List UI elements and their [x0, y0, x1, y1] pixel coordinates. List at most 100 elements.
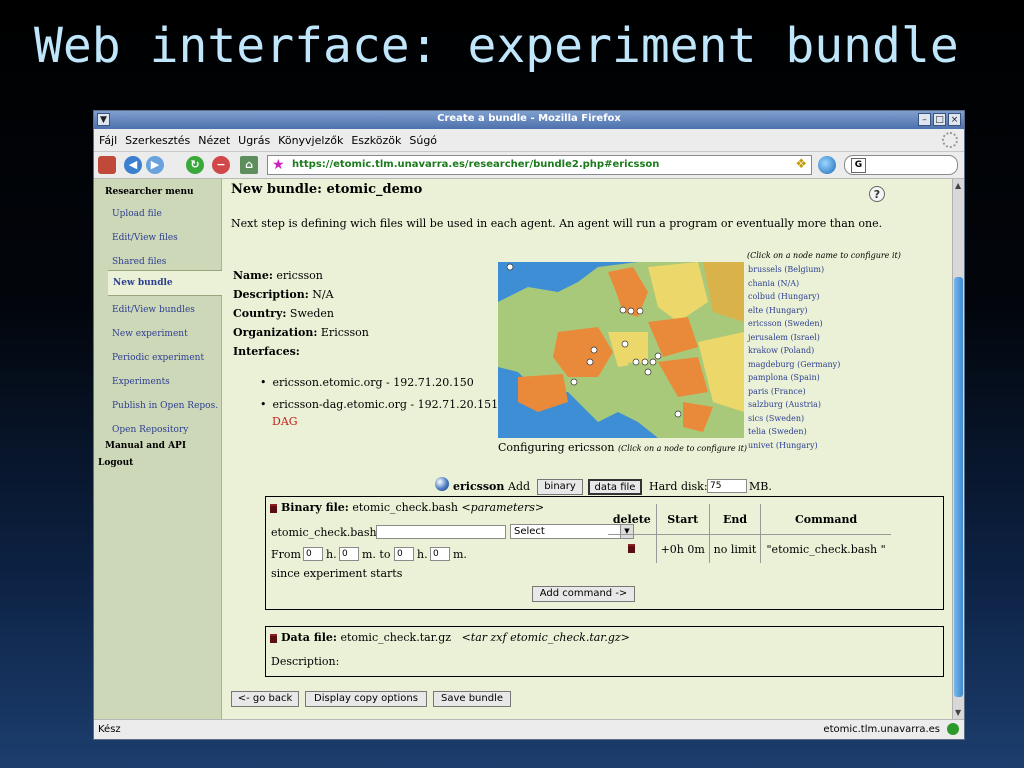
- node-link-pamplona[interactable]: pamplona (Spain): [748, 373, 820, 382]
- sidebar-item-experiments[interactable]: Experiments: [112, 377, 170, 387]
- security-icon: [947, 723, 959, 735]
- menubar: Fájl Szerkesztés Nézet Ugrás Könyvjelzők Eszk…: [94, 129, 964, 152]
- reload-icon[interactable]: ↻: [186, 156, 204, 174]
- sidebar-item-publish[interactable]: Publish in Open Repos.: [112, 401, 218, 411]
- minutes-to-label: m. to: [362, 548, 391, 561]
- menu-edit[interactable]: Szerkesztés: [121, 131, 194, 150]
- add-command-button[interactable]: Add command ->: [532, 586, 635, 602]
- close-icon[interactable]: ×: [948, 113, 961, 126]
- from-hours-input[interactable]: 0: [303, 547, 323, 561]
- node-link-krakow[interactable]: krakow (Poland): [748, 346, 814, 355]
- home-icon[interactable]: [98, 156, 116, 174]
- interface-item: ericsson.etomic.org - 192.71.20.150: [260, 376, 474, 389]
- delete-command-icon[interactable]: [628, 543, 636, 553]
- menu-help[interactable]: Súgó: [405, 131, 441, 150]
- from-label: From: [271, 548, 301, 561]
- node-link-magdeburg[interactable]: magdeburg (Germany): [748, 360, 840, 369]
- agent-organization-row: Organization: Ericsson: [233, 326, 369, 339]
- binary-file-heading: Binary file: etomic_check.bash <paramete…: [281, 501, 545, 514]
- menu-go[interactable]: Ugrás: [234, 131, 274, 150]
- europe-map[interactable]: [498, 262, 744, 438]
- agent-description-row: Description: N/A: [233, 288, 334, 301]
- interfaces-label: Interfaces:: [233, 345, 300, 358]
- sidebar-item-upload-file[interactable]: Upload file: [112, 209, 162, 219]
- parameters-input[interactable]: [376, 525, 506, 539]
- node-link-brussels[interactable]: brussels (Belgium): [748, 265, 824, 274]
- hours-label: h.: [417, 548, 428, 561]
- sidebar-item-open-repository[interactable]: Open Repository: [112, 425, 188, 435]
- node-link-chania[interactable]: chania (N/A): [748, 279, 799, 288]
- display-copy-options-button[interactable]: Display copy options: [305, 691, 427, 707]
- help-icon[interactable]: ?: [869, 186, 885, 202]
- to-minutes-input[interactable]: 0: [430, 547, 450, 561]
- sidebar-item-shared-files[interactable]: Shared files: [112, 257, 166, 267]
- command-cell: "etomic_check.bash ": [760, 534, 891, 563]
- agent-globe-icon: [435, 477, 449, 491]
- add-label: Add: [508, 480, 531, 493]
- sidebar-item-new-experiment[interactable]: New experiment: [112, 329, 188, 339]
- logout-link[interactable]: Logout: [98, 458, 133, 468]
- hours-label: h.: [326, 548, 337, 561]
- to-hours-input[interactable]: 0: [394, 547, 414, 561]
- node-link-ericsson[interactable]: ericsson (Sweden): [748, 319, 823, 328]
- column-command: Command: [760, 504, 891, 535]
- start-cell: +0h 0m: [655, 534, 710, 563]
- since-label: since experiment starts: [271, 567, 403, 580]
- node-link-salzburg[interactable]: salzburg (Austria): [748, 400, 821, 409]
- node-link-jerusalem[interactable]: jerusalem (Israel): [748, 333, 820, 342]
- search-input[interactable]: G: [844, 155, 958, 175]
- add-binary-button[interactable]: binary: [537, 479, 583, 495]
- sidebar-item-new-bundle[interactable]: New bundle: [108, 270, 222, 296]
- node-link-univet[interactable]: univet (Hungary): [748, 441, 818, 450]
- dag-label: DAG: [272, 415, 298, 428]
- scrollbar-thumb[interactable]: [954, 277, 963, 697]
- star-icon: ★: [272, 157, 285, 173]
- navigation-toolbar: ◀ ▶ ↻ − ⌂ ★ https://etomic.tlm.unavarra.…: [94, 152, 964, 179]
- node-link-colbud[interactable]: colbud (Hungary): [748, 292, 820, 301]
- forward-icon[interactable]: ▶: [146, 156, 164, 174]
- add-data-file-button[interactable]: data file: [588, 479, 642, 495]
- nodes-hint: (Click on a node name to configure it): [747, 251, 901, 260]
- sidebar-manual-link[interactable]: Manual and API: [105, 441, 186, 451]
- delete-cell[interactable]: [608, 535, 656, 564]
- agent-name-row: Name: ericsson: [233, 269, 323, 282]
- minutes-label: m.: [453, 548, 467, 561]
- stop-icon[interactable]: −: [212, 156, 230, 174]
- node-link-elte[interactable]: elte (Hungary): [748, 306, 808, 315]
- from-minutes-input[interactable]: 0: [339, 547, 359, 561]
- status-text: Kész: [98, 724, 121, 735]
- delete-binary-icon[interactable]: [270, 504, 277, 513]
- minimize-icon[interactable]: –: [918, 113, 931, 126]
- delete-data-file-icon[interactable]: [270, 634, 277, 643]
- url-bar[interactable]: ★ https://etomic.tlm.unavarra.es/researc…: [267, 155, 812, 175]
- sidebar-item-edit-view-files[interactable]: Edit/View files: [112, 233, 178, 243]
- back-icon[interactable]: ◀: [124, 156, 142, 174]
- menu-bookmarks[interactable]: Könyvjelzők: [274, 131, 347, 150]
- node-link-telia[interactable]: telia (Sweden): [748, 427, 807, 436]
- menu-view[interactable]: Nézet: [194, 131, 234, 150]
- hard-disk-input[interactable]: 75: [707, 479, 747, 493]
- save-bundle-button[interactable]: Save bundle: [433, 691, 511, 707]
- house-icon[interactable]: ⌂: [240, 156, 258, 174]
- sidebar-heading: Researcher menu: [105, 187, 194, 197]
- window-titlebar[interactable]: ▼ Create a bundle - Mozilla Firefox – □ …: [94, 111, 964, 129]
- scroll-down-icon[interactable]: ▼: [955, 708, 961, 717]
- vertical-scrollbar[interactable]: ▲ ▼: [952, 179, 964, 719]
- param-label: etomic_check.bash: [271, 526, 377, 539]
- column-start: Start: [655, 504, 710, 535]
- menu-tools[interactable]: Eszközök: [347, 131, 405, 150]
- node-link-sics[interactable]: sics (Sweden): [748, 414, 804, 423]
- bookmark-icon[interactable]: ❖: [795, 157, 807, 172]
- browser-window: ▼ Create a bundle - Mozilla Firefox – □ …: [93, 110, 965, 740]
- go-back-button[interactable]: <- go back: [231, 691, 299, 707]
- google-icon: G: [851, 158, 866, 173]
- scroll-up-icon[interactable]: ▲: [955, 181, 961, 190]
- sidebar-item-edit-view-bundles[interactable]: Edit/View bundles: [112, 305, 195, 315]
- go-icon[interactable]: [818, 156, 836, 174]
- sidebar-item-periodic-experiment[interactable]: Periodic experiment: [112, 353, 204, 363]
- command-table: delete Start End Command +0h 0m no limit…: [608, 504, 891, 563]
- menu-file[interactable]: Fájl: [95, 131, 121, 150]
- maximize-icon[interactable]: □: [933, 113, 946, 126]
- hard-disk-label: Hard disk:: [649, 480, 708, 493]
- node-link-paris[interactable]: paris (France): [748, 387, 806, 396]
